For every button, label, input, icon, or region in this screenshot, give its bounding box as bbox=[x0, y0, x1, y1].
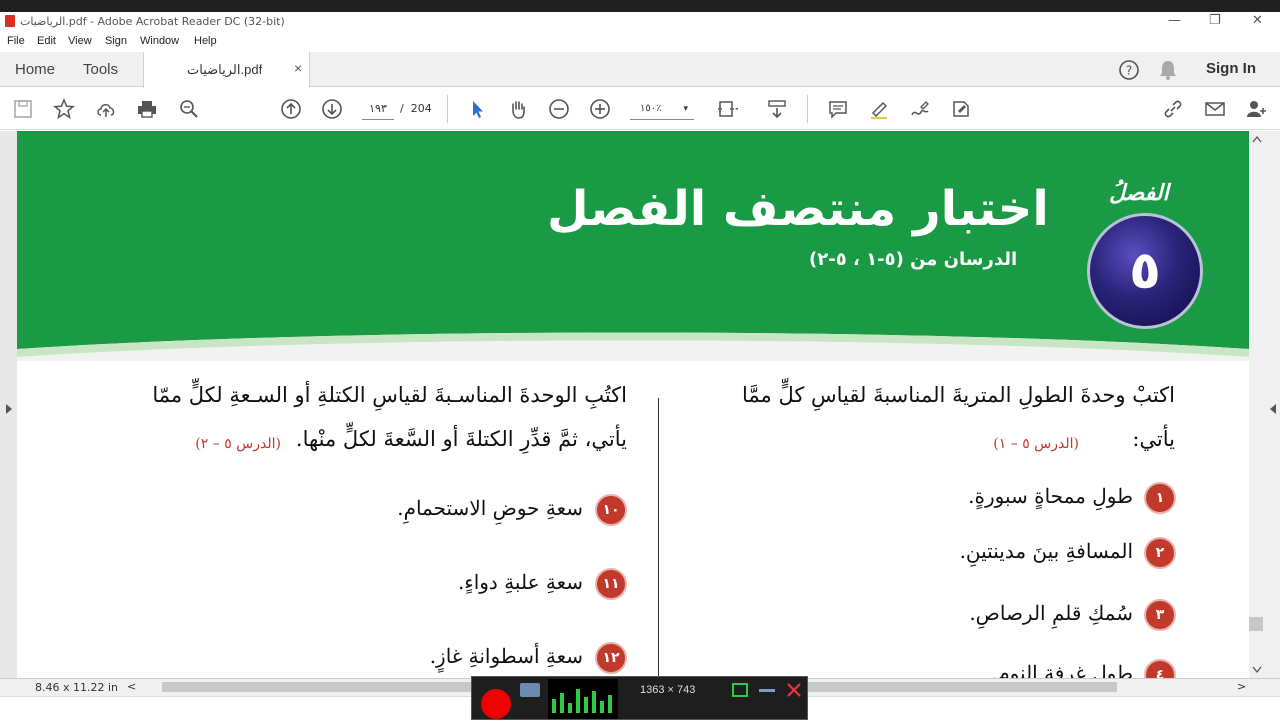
chapter-badge: ٥ bbox=[1087, 213, 1203, 329]
item-number-badge: ١٢ bbox=[595, 642, 627, 674]
page-separator: / bbox=[400, 102, 404, 115]
page-subtitle: الدرسان من (٥-١ ، ٥-٢) bbox=[809, 249, 1018, 270]
item-number-badge: ٤ bbox=[1144, 659, 1176, 678]
zoom-value: ١٥٠٪ bbox=[640, 103, 662, 114]
close-tab-button[interactable]: × bbox=[294, 60, 302, 76]
zoom-level-select[interactable]: ١٥٠٪ ▾ bbox=[630, 98, 694, 120]
main-toolbar: ١٩٣ / 204 ١٥٠٪ ▾ bbox=[0, 88, 1280, 130]
item-number-badge: ١ bbox=[1144, 482, 1176, 514]
minimize-button[interactable]: — bbox=[1168, 13, 1181, 28]
left-panel-handle[interactable] bbox=[0, 131, 17, 678]
toolbar-divider bbox=[807, 95, 808, 123]
sign-in-button[interactable]: Sign In bbox=[1206, 60, 1256, 77]
item-number-badge: ٢ bbox=[1144, 537, 1176, 569]
minimize-recorder-icon[interactable] bbox=[757, 682, 777, 698]
bell-icon[interactable] bbox=[1158, 59, 1178, 86]
close-recorder-icon[interactable] bbox=[784, 682, 804, 698]
next-page-icon[interactable] bbox=[319, 96, 345, 122]
chapter-number: ٥ bbox=[1129, 241, 1161, 301]
highlight-pen-icon[interactable] bbox=[866, 96, 892, 122]
pdf-page: الفصلُ ٥ اختبار منتصف الفصل الدرسان من (… bbox=[17, 131, 1249, 678]
list-item: سعةِ حوضِ الاستحمامِ. bbox=[397, 496, 583, 520]
restore-button[interactable]: ❐ bbox=[1209, 13, 1221, 28]
chapter-banner bbox=[17, 131, 1249, 361]
zoom-out-icon[interactable] bbox=[546, 96, 572, 122]
document-viewport[interactable]: الفصلُ ٥ اختبار منتصف الفصل الدرسان من (… bbox=[0, 131, 1280, 678]
window-title: الرياضيات.pdf - Adobe Acrobat Reader DC … bbox=[20, 15, 285, 28]
document-tab-label: الرياضيات.pdf bbox=[187, 62, 263, 77]
help-icon[interactable]: ? bbox=[1118, 59, 1140, 86]
right-instruction-line2: يأتي: bbox=[1132, 427, 1175, 451]
menu-help[interactable]: Help bbox=[194, 35, 217, 47]
right-lesson-ref: (الدرس ٥ – ١) bbox=[993, 436, 1079, 452]
menu-window[interactable]: Window bbox=[140, 35, 179, 47]
recording-resolution: 1363 × 743 bbox=[640, 684, 696, 696]
item-number-badge: ١١ bbox=[595, 568, 627, 600]
tab-home[interactable]: Home bbox=[15, 61, 55, 78]
screen-recorder-widget: 1363 × 743 bbox=[471, 676, 808, 720]
left-lesson-ref: (الدرس ٥ – ٢) bbox=[195, 436, 281, 452]
chevron-down-icon: ▾ bbox=[683, 104, 688, 114]
page-number-input[interactable]: ١٩٣ bbox=[362, 98, 394, 120]
share-link-icon[interactable] bbox=[1160, 96, 1186, 122]
scroll-mode-icon[interactable] bbox=[764, 96, 790, 122]
pdf-app-icon bbox=[5, 15, 15, 27]
camera-icon[interactable] bbox=[520, 683, 540, 697]
list-item: طولِ غرفةِ النومِ. bbox=[990, 661, 1133, 678]
column-divider bbox=[658, 398, 659, 678]
menu-file[interactable]: File bbox=[7, 35, 25, 47]
tab-bar: Home Tools الرياضيات.pdf × ? Sign In bbox=[0, 52, 1280, 88]
scroll-right-button[interactable]: > bbox=[1237, 680, 1246, 693]
tab-document[interactable]: الرياضيات.pdf × bbox=[143, 52, 310, 88]
scroll-left-button[interactable]: < bbox=[127, 680, 136, 693]
draw-sign-icon[interactable] bbox=[907, 96, 933, 122]
page-title: اختبار منتصف الفصل bbox=[547, 181, 1049, 237]
capture-area-icon[interactable] bbox=[730, 682, 750, 698]
zoom-in-icon[interactable] bbox=[587, 96, 613, 122]
screen-top-edge bbox=[0, 0, 1280, 12]
fit-page-icon[interactable] bbox=[714, 96, 740, 122]
bookmark-star-icon[interactable] bbox=[51, 96, 77, 122]
left-instruction-line2: يأتي، ثمَّ قدِّرِ الكتلةَ أو السَّعةَ لك… bbox=[295, 427, 627, 451]
page-dimensions: 8.46 x 11.22 in bbox=[35, 681, 119, 694]
svg-text:?: ? bbox=[1126, 64, 1132, 78]
menu-view[interactable]: View bbox=[68, 35, 92, 47]
vertical-scroll-thumb[interactable] bbox=[1249, 617, 1263, 631]
right-instruction-line1: اكتبْ وحدةَ الطولِ المتريةَ المناسبةَ لق… bbox=[741, 383, 1175, 407]
close-window-button[interactable]: ✕ bbox=[1252, 13, 1263, 28]
menu-bar: File Edit View Sign Window Help bbox=[0, 32, 1280, 52]
menu-sign[interactable]: Sign bbox=[105, 35, 127, 47]
chapter-label: الفصلُ bbox=[1109, 181, 1169, 206]
email-icon[interactable] bbox=[1202, 96, 1228, 122]
vertical-scrollbar[interactable] bbox=[1249, 131, 1280, 678]
print-icon[interactable] bbox=[134, 96, 160, 122]
zoom-search-icon[interactable] bbox=[176, 96, 202, 122]
record-button[interactable] bbox=[481, 689, 511, 719]
left-instruction-line1: اكتُبِ الوحدةَ المناسـبةَ لقياسِ الكتلةِ… bbox=[152, 383, 627, 407]
select-cursor-icon[interactable] bbox=[464, 96, 490, 122]
page-total: / 204 bbox=[400, 102, 432, 115]
list-item: سعةِ أسطوانةِ غازٍ. bbox=[429, 644, 583, 668]
hand-tool-icon[interactable] bbox=[505, 96, 531, 122]
comment-icon[interactable] bbox=[825, 96, 851, 122]
title-bar: الرياضيات.pdf - Adobe Acrobat Reader DC … bbox=[0, 12, 1280, 32]
previous-page-icon[interactable] bbox=[278, 96, 304, 122]
save-icon[interactable] bbox=[10, 96, 36, 122]
page-total-value: 204 bbox=[410, 102, 432, 115]
toolbar-divider bbox=[447, 95, 448, 123]
upload-cloud-icon[interactable] bbox=[93, 96, 119, 122]
menu-edit[interactable]: Edit bbox=[37, 35, 56, 47]
list-item: سعةِ علبةِ دواءٍ. bbox=[457, 570, 583, 594]
tab-tools[interactable]: Tools bbox=[83, 61, 118, 78]
list-item: طولِ ممحاةٍ سبورةٍ. bbox=[968, 484, 1133, 508]
audio-level-meter bbox=[548, 679, 618, 719]
fill-sign-icon[interactable] bbox=[948, 96, 974, 122]
add-user-icon[interactable] bbox=[1243, 96, 1269, 122]
item-number-badge: ٣ bbox=[1144, 599, 1176, 631]
item-number-badge: ١٠ bbox=[595, 494, 627, 526]
list-item: سُمكِ قلمِ الرصاصِ. bbox=[969, 601, 1133, 625]
list-item: المسافةِ بينَ مدينتينِ. bbox=[959, 539, 1133, 563]
